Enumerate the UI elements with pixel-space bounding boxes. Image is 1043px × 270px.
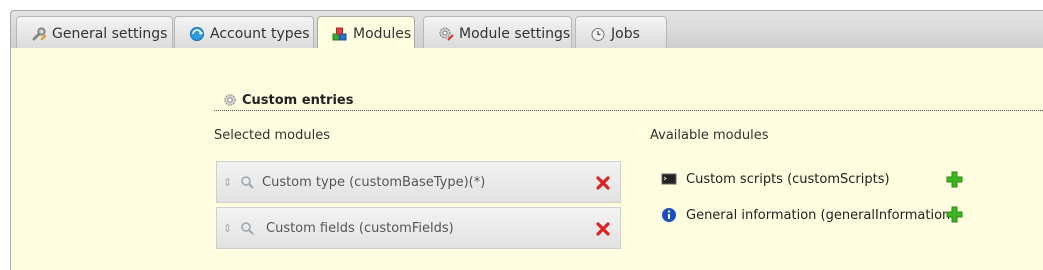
tab-modules[interactable]: Modules xyxy=(317,16,415,51)
tab-module-settings[interactable]: Module settings xyxy=(423,16,572,50)
section-header: Custom entries xyxy=(214,90,1043,111)
selected-modules-label: Selected modules xyxy=(214,128,330,143)
account-types-icon xyxy=(189,26,205,42)
delete-icon[interactable] xyxy=(595,221,611,237)
delete-icon[interactable] xyxy=(595,175,611,191)
tab-bar: General settings Account types Modules M… xyxy=(10,10,1043,51)
tab-jobs[interactable]: Jobs xyxy=(575,16,667,50)
tab-label: Modules xyxy=(353,26,412,42)
add-icon[interactable] xyxy=(946,206,963,223)
available-module-item[interactable]: Custom scripts (customScripts) xyxy=(661,169,890,189)
tab-label: Module settings xyxy=(459,25,571,42)
module-settings-icon xyxy=(438,26,454,42)
tab-label: Account types xyxy=(210,25,310,42)
add-icon[interactable] xyxy=(946,171,963,188)
clock-icon xyxy=(590,26,606,42)
available-module-name: Custom scripts (customScripts) xyxy=(686,171,890,187)
tab-general-settings[interactable]: General settings xyxy=(16,16,173,50)
tab-label: General settings xyxy=(52,25,168,42)
available-module-item[interactable]: General information (generalInformation) xyxy=(661,205,955,225)
search-gear-icon xyxy=(240,221,254,235)
selected-module-name: Custom fields (customFields) xyxy=(266,220,454,236)
wrench-icon xyxy=(31,26,47,42)
search-gear-icon xyxy=(240,175,254,189)
tab-label: Jobs xyxy=(611,25,640,42)
drag-handle-icon[interactable]: ⇕ xyxy=(223,176,233,189)
section-title: Custom entries xyxy=(242,92,354,108)
modules-icon xyxy=(332,26,348,42)
available-module-name: General information (generalInformation) xyxy=(686,207,956,223)
info-icon xyxy=(661,207,677,223)
drag-handle-icon[interactable]: ⇕ xyxy=(223,222,233,235)
selected-module-item[interactable]: ⇕ Custom type (customBaseType)(*) xyxy=(216,161,621,203)
gear-icon xyxy=(223,93,237,107)
available-modules-label: Available modules xyxy=(650,128,769,143)
selected-module-item[interactable]: ⇕ Custom fields (customFields) xyxy=(216,207,621,249)
selected-module-name: Custom type (customBaseType)(*) xyxy=(262,174,486,190)
terminal-icon xyxy=(661,171,677,187)
tab-account-types[interactable]: Account types xyxy=(174,16,314,50)
